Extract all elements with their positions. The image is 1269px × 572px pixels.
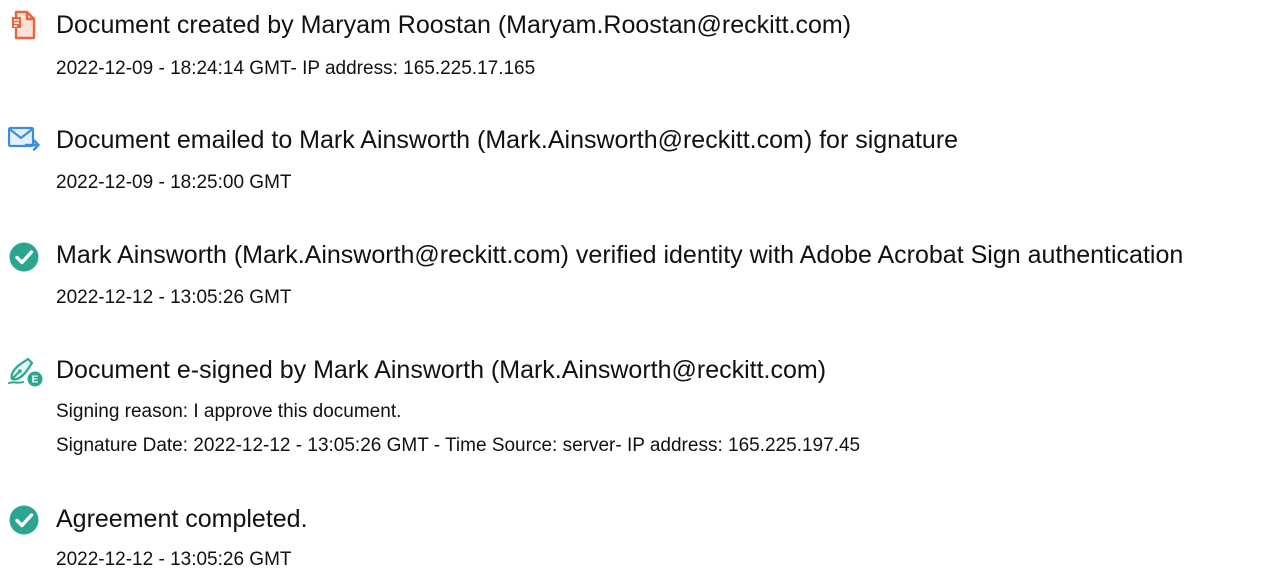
event-title: Mark Ainsworth (Mark.Ainsworth@reckitt.c… (56, 241, 1184, 269)
signature-date: Signature Date: 2022-12-12 - 13:05:26 GM… (56, 435, 861, 456)
event-title: Agreement completed. (56, 505, 308, 533)
event-timestamp: 2022-12-09 - 18:24:14 GMT- IP address: 1… (56, 58, 536, 79)
document-created-icon (7, 8, 43, 44)
event-timestamp: 2022-12-12 - 13:05:26 GMT (56, 549, 292, 570)
check-circle-icon (8, 241, 44, 277)
event-title: Document e-signed by Mark Ainsworth (Mar… (56, 356, 827, 384)
signing-reason: Signing reason: I approve this document. (56, 401, 402, 422)
event-title: Document created by Maryam Roostan (Mary… (56, 11, 852, 39)
event-title: Document emailed to Mark Ainsworth (Mark… (56, 126, 959, 154)
event-timestamp: 2022-12-09 - 18:25:00 GMT (56, 172, 292, 193)
event-timestamp: 2022-12-12 - 13:05:26 GMT (56, 287, 292, 308)
email-sent-icon (6, 123, 42, 159)
e-sign-pen-icon: E (6, 353, 43, 389)
svg-text:E: E (32, 375, 39, 386)
check-circle-icon (8, 504, 44, 540)
